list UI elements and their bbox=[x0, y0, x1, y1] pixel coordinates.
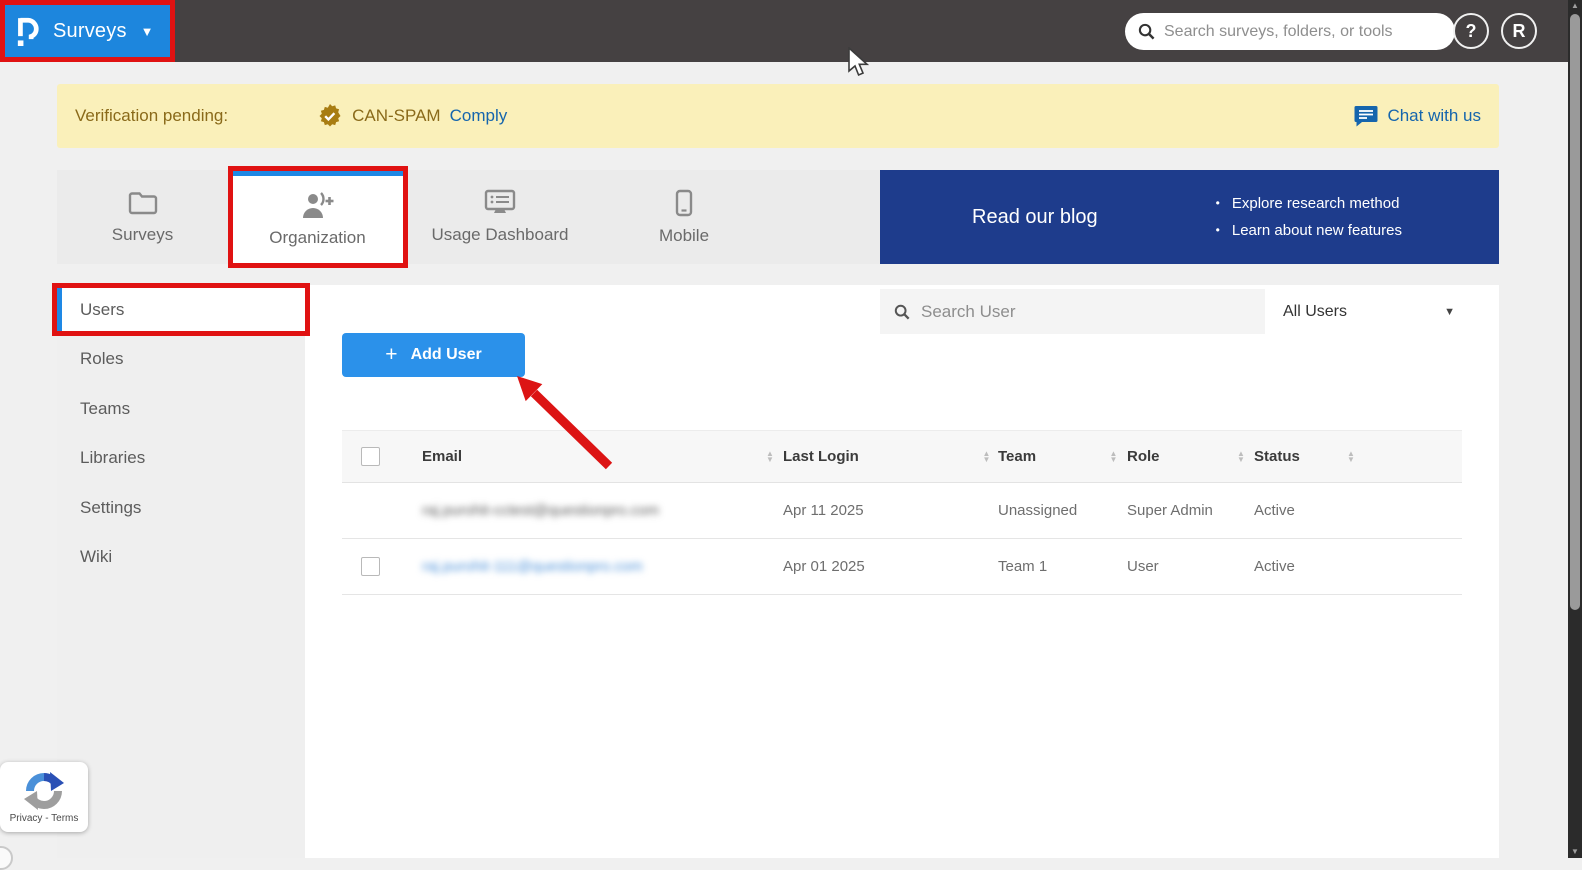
global-search-input[interactable] bbox=[1164, 22, 1442, 41]
chat-with-us-label: Chat with us bbox=[1387, 106, 1481, 125]
blog-promo-bullets: • Explore research method • Learn about … bbox=[1216, 190, 1402, 244]
avatar[interactable]: R bbox=[1501, 13, 1537, 49]
tab-bar: Surveys Organization Usage Dashboard Mob… bbox=[57, 170, 1499, 264]
user-last-login: Apr 01 2025 bbox=[783, 558, 865, 575]
user-role: User bbox=[1127, 558, 1159, 575]
blog-promo-title: Read our blog bbox=[972, 205, 1098, 228]
page-scrollbar: ▲ ▼ bbox=[1568, 0, 1582, 858]
user-team: Team 1 bbox=[998, 558, 1048, 575]
sidebar-item-users-label: Users bbox=[80, 299, 125, 319]
select-all-checkbox[interactable] bbox=[361, 447, 380, 466]
top-bar: Surveys ▼ ? R bbox=[0, 0, 1568, 62]
sidebar-item-libraries-label: Libraries bbox=[80, 448, 146, 468]
sidebar-item-wiki-label: Wiki bbox=[80, 547, 113, 567]
user-role: Super Admin bbox=[1127, 502, 1213, 519]
tab-usage-dashboard[interactable]: Usage Dashboard bbox=[407, 170, 593, 264]
table-row[interactable]: raj.purohit-cctest@questionpro.com Apr 1… bbox=[342, 483, 1462, 539]
verification-pending-label: Verification pending: bbox=[75, 106, 229, 125]
plus-icon: + bbox=[385, 343, 398, 366]
bullet-icon: • bbox=[1215, 196, 1220, 210]
users-content-panel: All Users ▼ + Add User Email ▲▼ Last Log… bbox=[305, 285, 1499, 858]
col-status: Status bbox=[1254, 448, 1300, 465]
user-status: Active bbox=[1254, 558, 1295, 575]
user-team: Unassigned bbox=[998, 502, 1078, 519]
user-search bbox=[880, 289, 1265, 334]
chat-launcher-partial bbox=[0, 846, 13, 870]
tab-mobile[interactable]: Mobile bbox=[593, 170, 775, 264]
org-sidebar: Users Roles Teams Libraries Settings Wik… bbox=[57, 285, 305, 858]
user-search-input[interactable] bbox=[921, 301, 1251, 322]
col-last-login: Last Login bbox=[783, 448, 859, 465]
can-spam-label: CAN-SPAM bbox=[352, 106, 441, 125]
sidebar-item-teams[interactable]: Teams bbox=[57, 384, 305, 434]
bullet-icon: • bbox=[1215, 223, 1220, 237]
add-user-button[interactable]: + Add User bbox=[342, 333, 525, 377]
user-email[interactable]: raj.purohit-111@questionpro.com bbox=[422, 558, 757, 575]
col-role: Role bbox=[1127, 448, 1160, 465]
blog-bullet-2: Learn about new features bbox=[1231, 222, 1402, 239]
row-checkbox[interactable] bbox=[361, 557, 380, 576]
user-filter-value: All Users bbox=[1283, 302, 1348, 320]
sort-icon[interactable]: ▲ ▼ bbox=[1338, 449, 1364, 463]
sort-icon[interactable]: ▲ ▼ bbox=[757, 449, 783, 463]
product-switcher[interactable]: Surveys ▼ bbox=[0, 0, 175, 62]
search-icon bbox=[1138, 23, 1155, 40]
tab-usage-dashboard-label: Usage Dashboard bbox=[431, 225, 569, 244]
user-last-login: Apr 11 2025 bbox=[783, 502, 864, 519]
questionpro-logo-icon bbox=[17, 15, 41, 47]
sidebar-item-roles[interactable]: Roles bbox=[57, 335, 305, 385]
blog-promo-panel[interactable]: Read our blog • Explore research method … bbox=[880, 170, 1499, 264]
user-email[interactable]: raj.purohit-cctest@questionpro.com bbox=[422, 502, 757, 519]
dashboard-icon bbox=[484, 189, 516, 216]
global-search bbox=[1125, 13, 1455, 50]
sidebar-item-libraries[interactable]: Libraries bbox=[57, 434, 305, 484]
users-table-header: Email ▲ ▼ Last Login ▲ ▼ Team ▲ ▼ Role ▲ ▼ S… bbox=[342, 430, 1462, 483]
user-filter-dropdown[interactable]: All Users ▼ bbox=[1283, 289, 1455, 334]
sidebar-item-wiki[interactable]: Wiki bbox=[57, 533, 305, 583]
recaptcha-privacy-terms[interactable]: Privacy - Terms bbox=[10, 813, 79, 824]
col-team: Team bbox=[998, 448, 1037, 465]
table-row[interactable]: raj.purohit-111@questionpro.com Apr 01 2… bbox=[342, 539, 1462, 595]
chat-bubble-icon bbox=[1354, 105, 1378, 127]
users-table: Email ▲ ▼ Last Login ▲ ▼ Team ▲ ▼ Role ▲ ▼ S… bbox=[342, 430, 1462, 595]
tab-organization-label: Organization bbox=[269, 228, 366, 247]
sort-icon[interactable]: ▲ ▼ bbox=[1100, 449, 1127, 463]
sort-icon[interactable]: ▲ ▼ bbox=[1228, 449, 1254, 463]
tab-mobile-label: Mobile bbox=[658, 225, 710, 245]
verification-banner: Verification pending: CAN-SPAM Comply Ch… bbox=[57, 84, 1499, 148]
certification-seal-icon bbox=[318, 104, 342, 128]
sidebar-item-settings[interactable]: Settings bbox=[57, 483, 305, 533]
comply-link[interactable]: Comply bbox=[450, 106, 508, 126]
search-icon bbox=[894, 304, 910, 320]
help-button[interactable]: ? bbox=[1453, 13, 1489, 49]
sidebar-item-teams-label: Teams bbox=[80, 398, 131, 418]
sidebar-item-settings-label: Settings bbox=[80, 497, 142, 517]
sidebar-item-users[interactable]: Users bbox=[57, 285, 305, 335]
chevron-down-icon: ▼ bbox=[1444, 305, 1455, 318]
folder-icon bbox=[128, 190, 158, 216]
sidebar-item-roles-label: Roles bbox=[80, 349, 124, 369]
scroll-up-icon[interactable]: ▲ bbox=[1568, 0, 1582, 12]
mobile-icon bbox=[675, 189, 693, 217]
tab-surveys[interactable]: Surveys bbox=[57, 170, 228, 264]
blog-bullet-1: Explore research method bbox=[1231, 195, 1400, 212]
user-status: Active bbox=[1254, 502, 1295, 519]
add-user-label: Add User bbox=[410, 346, 482, 363]
product-switcher-label: Surveys bbox=[53, 19, 127, 42]
recaptcha-icon bbox=[24, 771, 64, 811]
recaptcha-badge: Privacy - Terms bbox=[0, 762, 88, 832]
sort-icon[interactable]: ▲ ▼ bbox=[975, 449, 998, 463]
user-add-icon bbox=[301, 192, 335, 219]
chat-with-us-button[interactable]: Chat with us bbox=[1354, 105, 1481, 127]
tab-surveys-label: Surveys bbox=[111, 224, 174, 244]
scrollbar-thumb[interactable] bbox=[1570, 14, 1580, 610]
scroll-down-icon[interactable]: ▼ bbox=[1568, 846, 1582, 858]
tab-organization[interactable]: Organization bbox=[228, 170, 407, 264]
chevron-down-icon: ▼ bbox=[140, 23, 154, 39]
col-email: Email bbox=[422, 448, 463, 465]
